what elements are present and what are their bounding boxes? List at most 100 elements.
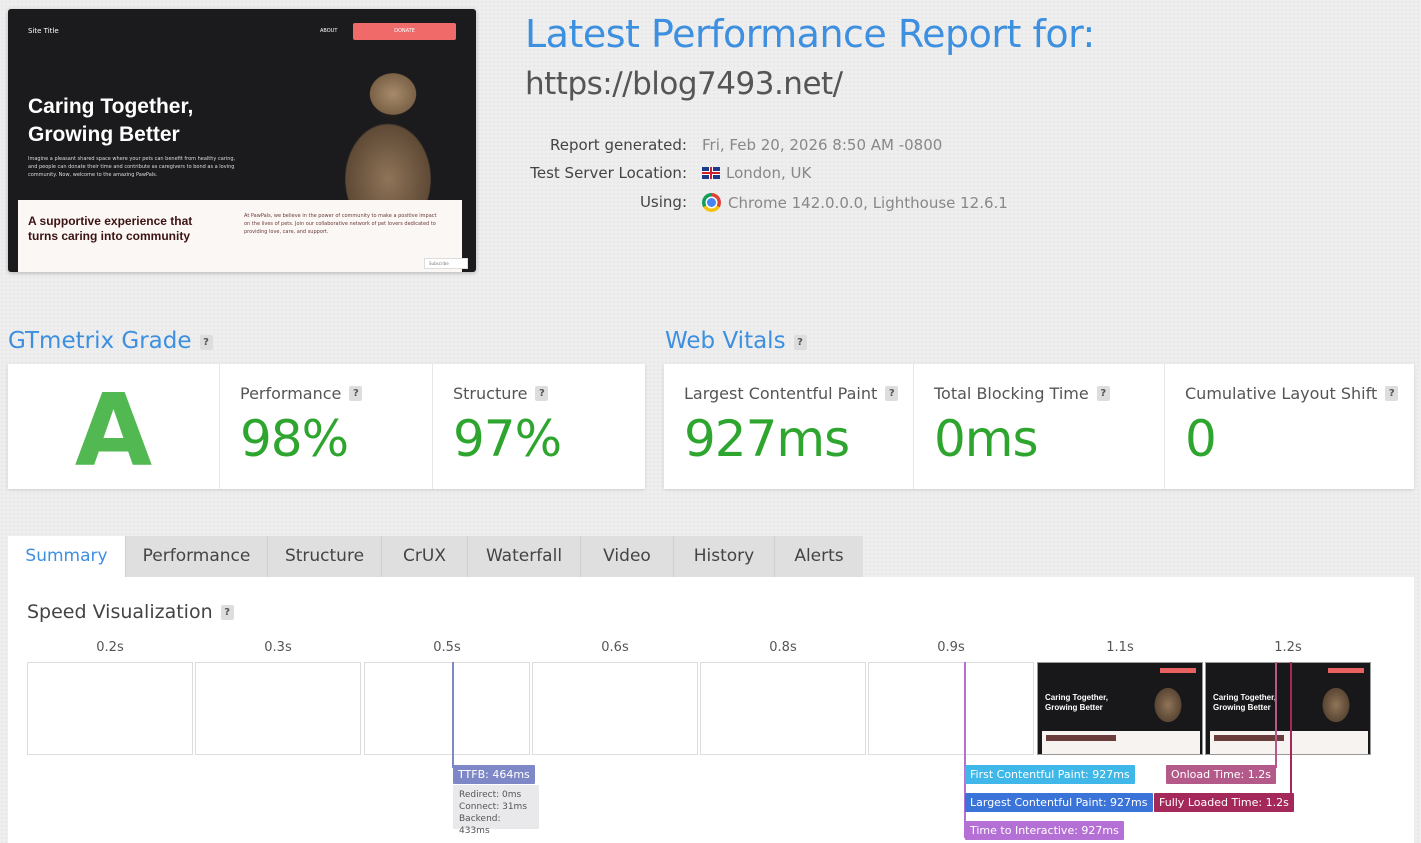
thumb-nav-about: ABOUT xyxy=(320,28,338,34)
mini-dog-image xyxy=(1138,671,1198,731)
vitals-help-icon[interactable]: ? xyxy=(793,335,807,350)
filmstrip-frame[interactable] xyxy=(195,662,361,755)
cls-value: 0 xyxy=(1185,410,1217,468)
fcp-marker[interactable]: First Contentful Paint: 927ms xyxy=(965,765,1135,784)
tbt-label-row: Total Blocking Time? xyxy=(934,384,1110,403)
mini-dog-image xyxy=(1306,671,1366,731)
filmstrip-frame-rendered[interactable]: Caring Together, Growing Better xyxy=(1205,662,1371,755)
tbt-cell: Total Blocking Time? 0ms xyxy=(914,364,1165,489)
speed-visualization-title: Speed Visualization xyxy=(27,601,213,623)
report-title: Latest Performance Report for: xyxy=(525,12,1095,56)
grade-cell: A xyxy=(8,364,220,489)
gtmetrix-grade-title: GTmetrix Grade xyxy=(8,328,192,354)
frame-time: 1.2s xyxy=(1274,640,1302,655)
filmstrip-frame[interactable] xyxy=(27,662,193,755)
tab-performance[interactable]: Performance xyxy=(126,536,268,577)
ttfb-breakdown: Redirect: 0ms Connect: 31ms Backend: 433… xyxy=(453,785,539,836)
thumb-lower-section: A supportive experience that turns carin… xyxy=(18,200,468,272)
thumb-subscribe: Subscribe xyxy=(424,258,468,269)
thumb-hero-title: Caring Together, Growing Better xyxy=(28,95,194,146)
lcp-help-icon[interactable]: ? xyxy=(885,386,899,401)
thumb-lower-title: A supportive experience that turns carin… xyxy=(28,214,193,243)
gtmetrix-grade-heading: GTmetrix Grade? xyxy=(8,328,213,354)
ttfb-marker-line xyxy=(452,662,454,768)
lcp-cell: Largest Contentful Paint? 927ms xyxy=(664,364,914,489)
mini-lower-section xyxy=(1042,731,1200,754)
location-value: London, UK xyxy=(726,164,812,182)
thumb-donate-button: DONATE xyxy=(353,23,456,40)
filmstrip-frame[interactable] xyxy=(700,662,866,755)
fully-loaded-marker-line xyxy=(1290,662,1292,796)
frame-time: 0.2s xyxy=(96,640,124,655)
tab-alerts[interactable]: Alerts xyxy=(775,536,863,577)
structure-help-icon[interactable]: ? xyxy=(535,386,549,401)
web-vitals-card: Largest Contentful Paint? 927ms Total Bl… xyxy=(664,364,1414,489)
location-label: Test Server Location: xyxy=(530,164,687,182)
thumb-lower-text: At PawPals, we believe in the power of c… xyxy=(244,213,437,235)
thumb-site-title: Site Title xyxy=(28,27,59,35)
thumb-dog-image xyxy=(298,39,476,214)
filmstrip-frame[interactable] xyxy=(868,662,1034,755)
web-vitals-title: Web Vitals xyxy=(665,328,786,354)
filmstrip-frame[interactable] xyxy=(364,662,530,755)
structure-value: 97% xyxy=(453,410,562,468)
tab-video[interactable]: Video xyxy=(581,536,674,577)
cls-help-icon[interactable]: ? xyxy=(1385,386,1399,401)
tab-crux[interactable]: CrUX xyxy=(382,536,468,577)
mini-lower-section xyxy=(1210,731,1368,754)
tbt-value: 0ms xyxy=(934,410,1039,468)
chrome-icon xyxy=(702,193,721,212)
speed-visualization-heading: Speed Visualization? xyxy=(27,601,234,623)
report-generated-label: Report generated: xyxy=(549,136,687,154)
lcp-label: Largest Contentful Paint xyxy=(684,384,878,403)
frame-time: 0.8s xyxy=(769,640,797,655)
speed-help-icon[interactable]: ? xyxy=(220,605,234,620)
tbt-label: Total Blocking Time xyxy=(934,384,1089,403)
web-vitals-heading: Web Vitals? xyxy=(665,328,807,354)
ttfb-connect: Connect: 31ms xyxy=(459,802,528,812)
tab-structure[interactable]: Structure xyxy=(268,536,382,577)
performance-help-icon[interactable]: ? xyxy=(349,386,363,401)
gtmetrix-grade-card: A Performance? 98% Structure? 97% xyxy=(8,364,645,489)
performance-cell: Performance? 98% xyxy=(220,364,433,489)
frame-time: 0.6s xyxy=(601,640,629,655)
fully-loaded-marker[interactable]: Fully Loaded Time: 1.2s xyxy=(1154,793,1294,812)
lcp-value: 927ms xyxy=(684,410,850,468)
report-tabs: Summary Performance Structure CrUX Water… xyxy=(8,536,863,577)
frame-time: 0.5s xyxy=(433,640,461,655)
structure-label: Structure xyxy=(453,384,528,403)
tab-history[interactable]: History xyxy=(674,536,775,577)
frame-time: 0.9s xyxy=(937,640,965,655)
page-screenshot-thumbnail[interactable]: Site Title ABOUT DONATE Caring Together,… xyxy=(8,9,476,272)
tab-summary[interactable]: Summary xyxy=(8,536,126,577)
report-url[interactable]: https://blog7493.net/ xyxy=(525,66,843,102)
using-value-row: Chrome 142.0.0.0, Lighthouse 12.6.1 xyxy=(702,193,1008,212)
using-value: Chrome 142.0.0.0, Lighthouse 12.6.1 xyxy=(728,194,1008,212)
using-label: Using: xyxy=(639,193,687,211)
uk-flag-icon xyxy=(702,167,720,179)
tti-marker[interactable]: Time to Interactive: 927ms xyxy=(965,821,1124,840)
report-generated-value: Fri, Feb 20, 2026 8:50 AM -0800 xyxy=(702,136,943,154)
grade-help-icon[interactable]: ? xyxy=(199,335,213,350)
ttfb-redirect: Redirect: 0ms xyxy=(459,790,522,800)
filmstrip-frame[interactable] xyxy=(532,662,698,755)
frame-time: 0.3s xyxy=(264,640,292,655)
structure-cell: Structure? 97% xyxy=(433,364,645,489)
tbt-help-icon[interactable]: ? xyxy=(1096,386,1110,401)
structure-label-row: Structure? xyxy=(453,384,549,403)
tab-waterfall[interactable]: Waterfall xyxy=(468,536,581,577)
mini-hero-title: Caring Together, Growing Better xyxy=(1045,693,1108,712)
cls-cell: Cumulative Layout Shift? 0 xyxy=(1165,364,1414,489)
lcp-label-row: Largest Contentful Paint? xyxy=(684,384,899,403)
performance-label: Performance xyxy=(240,384,342,403)
performance-value: 98% xyxy=(240,410,349,468)
grade-letter: A xyxy=(74,372,153,489)
ttfb-backend: Backend: 433ms xyxy=(459,814,501,836)
onload-marker[interactable]: Onload Time: 1.2s xyxy=(1166,765,1276,784)
filmstrip-frame-rendered[interactable]: Caring Together, Growing Better xyxy=(1037,662,1203,755)
thumb-hero-text: Imagine a pleasant shared space where yo… xyxy=(28,156,236,178)
lcp-marker[interactable]: Largest Contentful Paint: 927ms xyxy=(965,793,1153,812)
ttfb-marker[interactable]: TTFB: 464ms xyxy=(453,765,535,784)
cls-label-row: Cumulative Layout Shift? xyxy=(1185,384,1399,403)
frame-time: 1.1s xyxy=(1106,640,1134,655)
